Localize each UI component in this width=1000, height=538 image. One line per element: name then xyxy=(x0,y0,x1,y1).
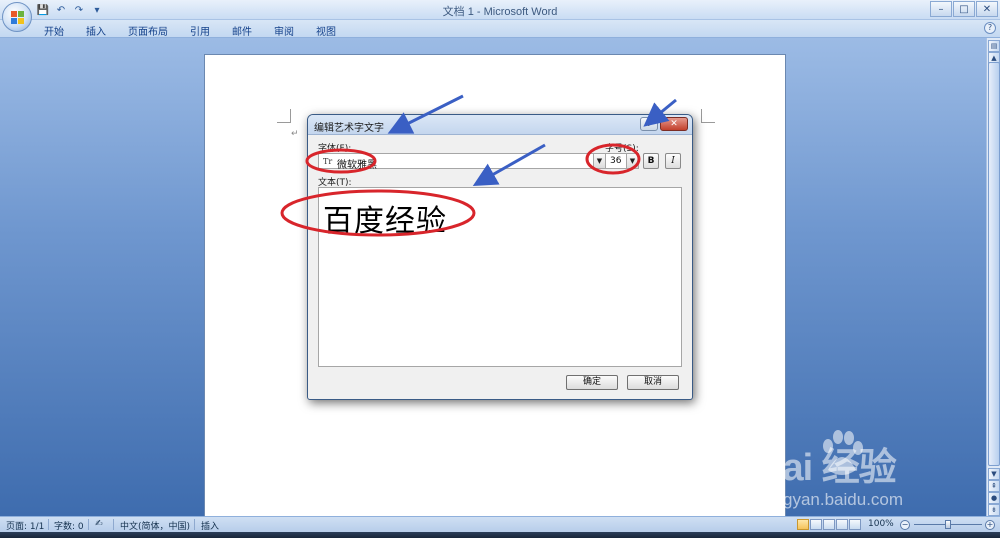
print-layout-view-icon[interactable] xyxy=(797,519,809,530)
status-separator xyxy=(88,519,89,530)
outline-view-icon[interactable] xyxy=(836,519,848,530)
scroll-thumb[interactable] xyxy=(988,62,1000,466)
vertical-scrollbar[interactable]: ▤ ▲ ▼ ⇞ ● ⇟ xyxy=(986,38,1000,516)
crop-mark xyxy=(701,109,715,123)
tab-view[interactable]: 视图 xyxy=(316,23,336,38)
draft-view-icon[interactable] xyxy=(849,519,861,530)
maximize-button[interactable]: □ xyxy=(953,1,975,17)
page-count[interactable]: 页面: 1/1 xyxy=(6,519,44,532)
italic-button[interactable]: I xyxy=(665,153,681,169)
bold-button[interactable]: B xyxy=(643,153,659,169)
chevron-down-icon[interactable]: ▼ xyxy=(626,154,638,168)
word-count[interactable]: 字数: 0 xyxy=(54,519,84,532)
font-value: 微软雅黑 xyxy=(337,160,377,171)
minimize-button[interactable]: – xyxy=(930,1,952,17)
select-browse-object-icon[interactable]: ● xyxy=(988,492,1000,504)
close-button[interactable]: ✕ xyxy=(976,1,998,17)
wordart-text-input[interactable]: 百度经验 xyxy=(318,187,682,367)
zoom-out-button[interactable]: − xyxy=(900,520,910,530)
zoom-level[interactable]: 100% xyxy=(868,519,894,529)
status-separator xyxy=(194,519,195,530)
dialog-close-button[interactable]: ✕ xyxy=(660,117,688,131)
truetype-font-icon: Tr xyxy=(323,157,333,166)
ok-button[interactable]: 确定 xyxy=(566,375,618,390)
next-page-icon[interactable]: ⇟ xyxy=(988,504,1000,516)
web-layout-view-icon[interactable] xyxy=(823,519,835,530)
chevron-down-icon[interactable]: ▼ xyxy=(593,154,605,168)
insert-mode[interactable]: 插入 xyxy=(201,519,219,532)
previous-page-icon[interactable]: ⇞ xyxy=(988,480,1000,492)
proofing-icon[interactable]: ✍ xyxy=(95,519,103,529)
watermark-url: jingyan.baidu.com xyxy=(766,490,904,509)
tab-review[interactable]: 审阅 xyxy=(274,23,294,38)
tab-home[interactable]: 开始 xyxy=(44,23,64,38)
baidu-watermark: Bai 经验 jingyan.baidu.com xyxy=(756,430,956,514)
font-select[interactable]: Tr 微软雅黑 ▼ xyxy=(318,153,606,171)
paragraph-mark-icon: ↵ xyxy=(291,129,299,139)
crop-mark xyxy=(277,109,291,123)
office-button[interactable] xyxy=(2,2,32,32)
edit-wordart-dialog: 编辑艺术字文字 ? ✕ 字体(F): 字号(S): Tr 微软雅黑 ▼ 36 ▼… xyxy=(307,114,693,400)
size-select[interactable]: 36 ▼ xyxy=(605,153,639,169)
ribbon: 开始 插入 页面布局 引用 邮件 审阅 视图 ? xyxy=(0,20,1000,38)
tab-references[interactable]: 引用 xyxy=(190,23,210,38)
help-icon[interactable]: ? xyxy=(984,22,996,34)
full-screen-reading-view-icon[interactable] xyxy=(810,519,822,530)
baidu-paw-icon xyxy=(823,430,863,475)
size-value: 36 xyxy=(610,156,622,166)
zoom-slider-thumb[interactable] xyxy=(945,520,951,529)
dialog-title: 编辑艺术字文字 xyxy=(314,123,384,134)
title-bar: 💾 ↶ ↷ ▾ 文档 1 - Microsoft Word – □ ✕ xyxy=(0,0,1000,20)
window-title: 文档 1 - Microsoft Word xyxy=(442,6,558,18)
status-separator xyxy=(113,519,114,530)
status-bar: 页面: 1/1 字数: 0 ✍ 中文(简体，中国) 插入 100% − + xyxy=(0,516,1000,532)
status-separator xyxy=(48,519,49,530)
cancel-button[interactable]: 取消 xyxy=(627,375,679,390)
tab-insert[interactable]: 插入 xyxy=(86,23,106,38)
taskbar xyxy=(0,532,1000,538)
zoom-in-button[interactable]: + xyxy=(985,520,995,530)
scroll-down-icon[interactable]: ▼ xyxy=(988,468,1000,480)
window-controls: – □ ✕ xyxy=(930,1,998,17)
tab-mailings[interactable]: 邮件 xyxy=(232,23,252,38)
wordart-text-value: 百度经验 xyxy=(323,204,447,239)
tab-page-layout[interactable]: 页面布局 xyxy=(128,23,168,38)
office-logo-icon xyxy=(11,11,25,25)
dialog-title-bar[interactable]: 编辑艺术字文字 ? ✕ xyxy=(308,115,692,135)
ribbon-tabs: 开始 插入 页面布局 引用 邮件 审阅 视图 xyxy=(44,23,336,38)
language-indicator[interactable]: 中文(简体，中国) xyxy=(120,519,190,532)
ruler-toggle-icon[interactable]: ▤ xyxy=(988,40,1000,52)
dialog-help-button[interactable]: ? xyxy=(640,117,658,131)
